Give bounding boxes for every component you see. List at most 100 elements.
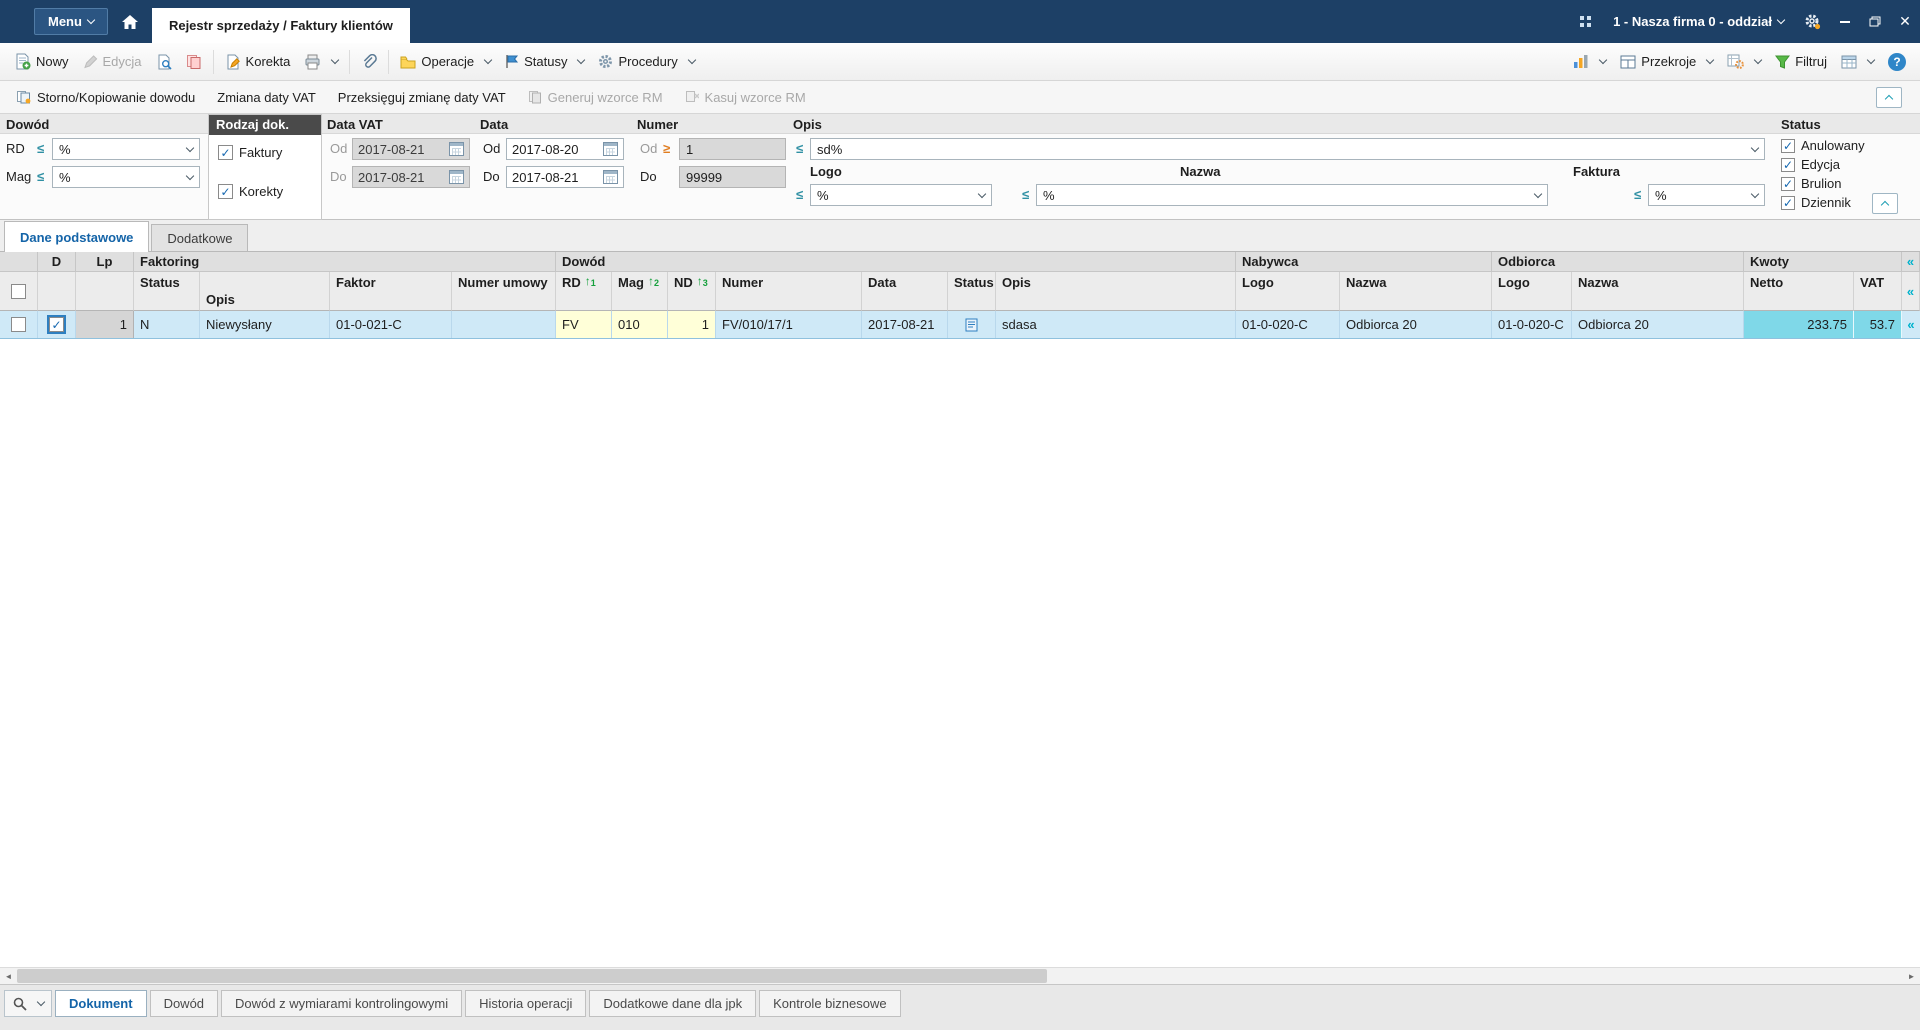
like-operator-icon[interactable]: ≤ <box>37 141 44 156</box>
menu-button[interactable]: Menu <box>34 8 108 35</box>
tab-dane-podstawowe[interactable]: Dane podstawowe <box>4 221 150 252</box>
kasuj-wzorce-button[interactable]: Kasuj wzorce RM <box>675 86 816 109</box>
bottom-tab-dowod[interactable]: Dowód <box>149 990 219 1017</box>
maximize-button[interactable] <box>1860 0 1890 43</box>
col-logo-odbiorca[interactable]: Logo <box>1492 272 1572 311</box>
status-anulowany-checkbox[interactable]: Anulowany <box>1781 138 1865 153</box>
data-do-field[interactable]: 2017-08-21 <box>506 166 624 188</box>
grid-collapse-strip[interactable]: « <box>1902 311 1920 338</box>
filtruj-button[interactable]: Filtruj <box>1768 50 1834 73</box>
przekroje-button[interactable]: Przekroje <box>1613 50 1720 73</box>
col-nd[interactable]: ND ↑ 3 <box>668 272 716 311</box>
edycja-button[interactable]: Edycja <box>76 50 149 73</box>
scroll-left-arrow[interactable]: ◄ <box>0 968 17 984</box>
faktura-filter-select[interactable]: % <box>1648 184 1765 206</box>
pomoc-button[interactable]: ? <box>1881 49 1913 75</box>
row-select-checkbox[interactable] <box>11 317 26 332</box>
podglad-button[interactable] <box>149 50 179 74</box>
nazwa-filter-select[interactable]: % <box>1036 184 1548 206</box>
col-status-dowod[interactable]: Status <box>948 272 996 311</box>
select-all-checkbox[interactable] <box>11 283 26 299</box>
document-tab[interactable]: Rejestr sprzedaży / Faktury klientów <box>151 8 410 43</box>
procedury-button[interactable]: Procedury <box>591 50 701 73</box>
korekta-button[interactable]: Korekta <box>218 50 298 74</box>
scrollbar-thumb[interactable] <box>17 969 1047 983</box>
gte-operator-icon[interactable]: ≥ <box>663 141 670 156</box>
like-operator-icon[interactable]: ≤ <box>37 169 44 184</box>
close-button[interactable]: ✕ <box>1890 0 1920 43</box>
col-mag[interactable]: Mag ↑ 2 <box>612 272 668 311</box>
col-opis-faktoring[interactable]: Opis <box>200 272 330 311</box>
collapse-filter-button[interactable] <box>1872 193 1898 214</box>
col-vat[interactable]: VAT <box>1854 272 1902 311</box>
bottom-tab-dowod-wymiary[interactable]: Dowód z wymiarami kontrolingowymi <box>221 990 463 1017</box>
row-d-cell[interactable] <box>38 311 76 338</box>
rd-filter-select[interactable]: % <box>52 138 200 160</box>
status-brulion-checkbox[interactable]: Brulion <box>1781 176 1841 191</box>
col-netto[interactable]: Netto <box>1744 272 1854 311</box>
group-lp[interactable]: Lp <box>76 252 134 272</box>
status-dziennik-checkbox[interactable]: Dziennik <box>1781 195 1851 210</box>
faktury-checkbox[interactable]: Faktury <box>218 145 282 160</box>
group-faktoring[interactable]: Faktoring <box>134 252 556 272</box>
col-status-faktoring[interactable]: Status <box>134 272 200 311</box>
group-d[interactable]: D <box>38 252 76 272</box>
col-faktor[interactable]: Faktor <box>330 272 452 311</box>
grid-collapse-strip[interactable]: « <box>1902 272 1920 311</box>
kopiuj-button[interactable] <box>179 50 209 74</box>
zalaczniki-button[interactable] <box>354 50 384 74</box>
przeksieguj-button[interactable]: Przeksięguj zmianę daty VAT <box>328 86 516 109</box>
like-operator-icon[interactable]: ≤ <box>1634 187 1641 202</box>
settings-button[interactable] <box>1794 0 1830 43</box>
drukuj-button[interactable] <box>297 50 345 74</box>
status-edycja-checkbox[interactable]: Edycja <box>1781 157 1840 172</box>
table-row[interactable]: 1 N Niewysłany 01-0-021-C FV 010 1 FV/01… <box>0 311 1920 339</box>
horizontal-scrollbar[interactable]: ◄ ► <box>0 967 1920 984</box>
statusy-button[interactable]: Statusy <box>498 50 591 73</box>
korekty-checkbox[interactable]: Korekty <box>218 184 283 199</box>
bottom-tab-historia[interactable]: Historia operacji <box>465 990 587 1017</box>
operacje-button[interactable]: Operacje <box>393 50 498 73</box>
col-rd[interactable]: RD ↑ 1 <box>556 272 612 311</box>
col-numer[interactable]: Numer <box>716 272 862 311</box>
logo-filter-select[interactable]: % <box>810 184 992 206</box>
col-d[interactable] <box>38 272 76 311</box>
numer-do-field[interactable]: 99999 <box>679 166 786 188</box>
wykresy-button[interactable] <box>1566 50 1613 73</box>
bottom-search-button[interactable] <box>4 990 52 1017</box>
data-od-field[interactable]: 2017-08-20 <box>506 138 624 160</box>
col-data[interactable]: Data <box>862 272 948 311</box>
bottom-tab-jpk[interactable]: Dodatkowe dane dla jpk <box>589 990 757 1017</box>
data-vat-do-field[interactable]: 2017-08-21 <box>352 166 470 188</box>
nowy-button[interactable]: Nowy <box>7 49 76 74</box>
opis-filter-select[interactable]: sd% <box>810 138 1765 160</box>
generuj-wzorce-button[interactable]: Generuj wzorce RM <box>518 86 673 109</box>
ustawienia-tabeli-button[interactable] <box>1720 50 1768 73</box>
bottom-tab-kontrole[interactable]: Kontrole biznesowe <box>759 990 901 1017</box>
col-logo-nabywca[interactable]: Logo <box>1236 272 1340 311</box>
col-lp[interactable] <box>76 272 134 311</box>
grid-empty-area[interactable] <box>0 339 1920 967</box>
data-vat-od-field[interactable]: 2017-08-21 <box>352 138 470 160</box>
col-nazwa-nabywca[interactable]: Nazwa <box>1340 272 1492 311</box>
collapse-toolbar-button[interactable] <box>1876 86 1902 108</box>
like-operator-icon[interactable]: ≤ <box>796 187 803 202</box>
zmiana-daty-vat-button[interactable]: Zmiana daty VAT <box>207 86 326 109</box>
mag-filter-select[interactable]: % <box>52 166 200 188</box>
col-nazwa-odbiorca[interactable]: Nazwa <box>1572 272 1744 311</box>
group-nabywca[interactable]: Nabywca <box>1236 252 1492 272</box>
numer-od-field[interactable]: 1 <box>679 138 786 160</box>
scrollbar-track[interactable] <box>17 968 1903 984</box>
minimize-button[interactable] <box>1830 0 1860 43</box>
widok-tabeli-button[interactable] <box>1834 51 1881 73</box>
group-dowod[interactable]: Dowód <box>556 252 1236 272</box>
tab-dodatkowe[interactable]: Dodatkowe <box>151 224 249 251</box>
like-operator-icon[interactable]: ≤ <box>796 141 803 156</box>
storno-button[interactable]: Storno/Kopiowanie dowodu <box>6 86 205 109</box>
group-kwoty[interactable]: Kwoty <box>1744 252 1902 272</box>
like-operator-icon[interactable]: ≤ <box>1022 187 1029 202</box>
apps-grid-button[interactable] <box>1567 0 1603 43</box>
group-odbiorca[interactable]: Odbiorca <box>1492 252 1744 272</box>
home-button[interactable] <box>108 0 152 43</box>
bottom-tab-dokument[interactable]: Dokument <box>55 990 147 1017</box>
